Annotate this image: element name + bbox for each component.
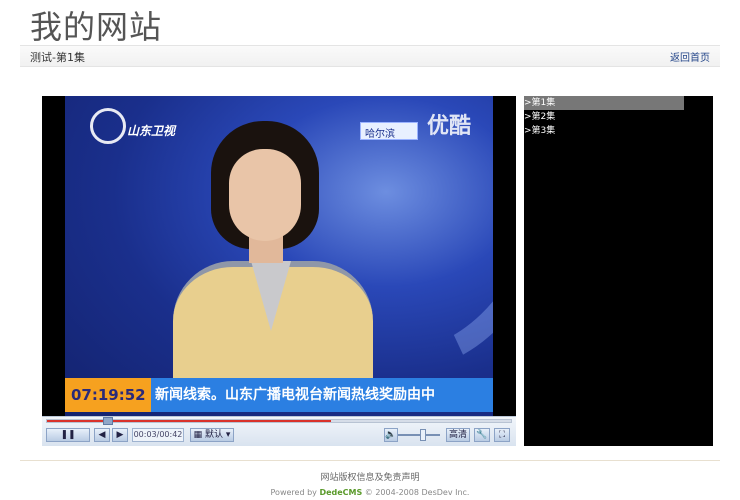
episode-item[interactable]: >第1集	[524, 96, 684, 110]
ticker-text: 新闻线索。山东广播电视台新闻热线奖励由中	[151, 378, 493, 412]
home-link[interactable]: 返回首页	[670, 49, 710, 64]
time-display: 00:03/00:42	[132, 428, 184, 442]
watermark: 优酷	[427, 114, 472, 139]
powered-prefix: Powered by	[270, 488, 320, 497]
quality-icon: ▦	[193, 430, 203, 440]
breadcrumb: 测试-第1集	[30, 51, 85, 64]
volume-button[interactable]: 🔈	[384, 428, 398, 442]
speaker-icon: 🔈	[385, 430, 397, 440]
episode-item[interactable]: >第2集	[524, 110, 684, 124]
previous-button[interactable]: ◀	[94, 428, 110, 442]
episode-item[interactable]: >第3集	[524, 124, 684, 138]
next-button[interactable]: ▶	[112, 428, 128, 442]
progress-played	[47, 420, 332, 422]
video-area[interactable]: 山东卫视 哈尔滨 优酷 07:19:52 新闻线索。山东广播电视台新闻热线奖励由…	[42, 96, 516, 416]
channel-logo-text: 山东卫视	[127, 124, 176, 138]
news-ticker: 07:19:52 新闻线索。山东广播电视台新闻热线奖励由中	[65, 378, 493, 412]
footer-powered: Powered by DedeCMS © 2004-2008 DesDev In…	[0, 488, 740, 497]
fullscreen-button[interactable]: ⛶	[494, 428, 510, 442]
channel-logo-icon	[90, 108, 126, 144]
wrench-icon: 🔧	[476, 430, 488, 440]
video-player[interactable]: 山东卫视 哈尔滨 优酷 07:19:52 新闻线索。山东广播电视台新闻热线奖励由…	[42, 96, 516, 446]
chevron-down-icon: ▾	[225, 430, 231, 440]
hd-button[interactable]: 高清	[446, 428, 470, 442]
progress-knob[interactable]	[102, 417, 113, 425]
news-anchor	[173, 121, 393, 386]
progress-bar[interactable]	[46, 417, 512, 425]
volume-knob[interactable]	[420, 429, 427, 441]
quality-label: 默认	[204, 430, 223, 440]
next-icon: ▶	[116, 430, 124, 440]
player-controls: ❚❚ ◀ ▶ 00:03/00:42 ▦ 默认 ▾ 🔈 高清 🔧 ⛶	[42, 416, 516, 446]
breadcrumb-bar: 测试-第1集 返回首页	[20, 45, 720, 67]
footer-info-link[interactable]: 网站版权信息及免责声明	[0, 470, 740, 483]
video-frame: 山东卫视 哈尔滨 优酷 07:19:52 新闻线索。山东广播电视台新闻热线奖励由…	[65, 96, 493, 416]
ticker-time: 07:19:52	[71, 386, 146, 404]
play-pause-button[interactable]: ❚❚	[46, 428, 90, 442]
footer-divider	[20, 460, 720, 461]
site-title: 我的网站	[30, 8, 163, 46]
anchor-face	[229, 149, 301, 241]
episode-list: >第1集 >第2集 >第3集	[524, 96, 713, 446]
pause-icon: ❚❚	[60, 430, 76, 440]
previous-icon: ◀	[98, 430, 106, 440]
powered-brand[interactable]: DedeCMS	[319, 488, 362, 497]
quality-select[interactable]: ▦ 默认 ▾	[190, 428, 234, 442]
powered-suffix: © 2004-2008 DesDev Inc.	[362, 488, 470, 497]
fullscreen-icon: ⛶	[498, 430, 506, 440]
settings-button[interactable]: 🔧	[474, 428, 490, 442]
volume-slider[interactable]	[398, 434, 440, 436]
